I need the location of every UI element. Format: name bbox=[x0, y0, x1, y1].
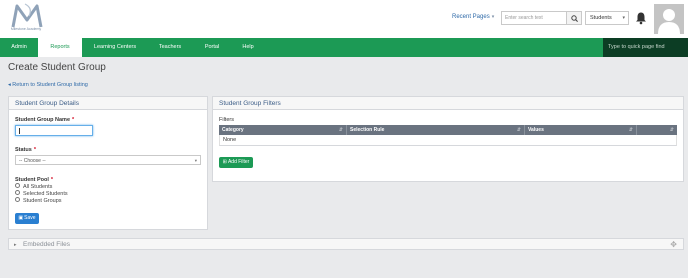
student-pool-label: Student Pool * bbox=[15, 177, 53, 183]
sort-icon: ⇵ bbox=[338, 127, 343, 133]
add-filter-button[interactable]: ⊞ Add Filter bbox=[219, 157, 253, 168]
search-icon bbox=[571, 15, 578, 22]
pool-option-all-students[interactable]: All Students bbox=[15, 183, 53, 191]
save-icon: ▣ bbox=[18, 215, 24, 221]
chevron-left-icon: ◂ bbox=[8, 82, 11, 88]
save-button-label: Save bbox=[24, 215, 36, 221]
required-marker: * bbox=[33, 147, 36, 153]
column-header-label: Selection Rule bbox=[350, 127, 385, 133]
pool-option-student-groups[interactable]: Student Groups bbox=[15, 197, 62, 205]
chevron-down-icon: ▾ bbox=[491, 14, 495, 20]
column-header-actions: ⇵ bbox=[637, 125, 677, 135]
name-label-text: Student Group Name bbox=[15, 117, 71, 123]
student-pool-label-text: Student Pool bbox=[15, 177, 49, 183]
nav-item-learning-centers[interactable]: Learning Centers bbox=[86, 38, 144, 57]
column-header-category[interactable]: Category ⇵ bbox=[219, 125, 347, 135]
status-select-value: -- Choose -- bbox=[19, 158, 46, 164]
user-avatar-icon bbox=[654, 4, 684, 34]
column-header-label: Values bbox=[528, 127, 544, 133]
move-icon[interactable]: ✥ bbox=[670, 240, 677, 249]
radio-button[interactable] bbox=[15, 197, 20, 203]
column-header-values[interactable]: Values ⇵ bbox=[525, 125, 637, 135]
status-label: Status * bbox=[15, 147, 36, 153]
sort-icon: ⇵ bbox=[516, 127, 521, 133]
main-nav: Admin Reports Learning Centers Teachers … bbox=[0, 38, 688, 57]
required-marker: * bbox=[50, 177, 54, 183]
chevron-down-icon: ▾ bbox=[194, 158, 197, 163]
nav-item-teachers[interactable]: Teachers bbox=[150, 38, 190, 57]
required-marker: * bbox=[72, 117, 75, 123]
pool-option-selected-students[interactable]: Selected Students bbox=[15, 190, 68, 198]
return-link[interactable]: ◂ Return to Student Group listing bbox=[8, 82, 88, 88]
filters-table: Category ⇵ Selection Rule ⇵ Values ⇵ ⇵ N… bbox=[219, 125, 677, 146]
logo-text: Milestone Academy bbox=[10, 27, 42, 31]
filters-label: Filters bbox=[219, 117, 234, 123]
pool-option-label: All Students bbox=[23, 184, 53, 190]
column-header-selection-rule[interactable]: Selection Rule ⇵ bbox=[347, 125, 525, 135]
sort-icon: ⇵ bbox=[628, 127, 633, 133]
pool-option-label: Selected Students bbox=[23, 191, 68, 197]
status-select[interactable]: -- Choose -- ▾ bbox=[15, 155, 201, 165]
logo-mark-icon bbox=[11, 3, 43, 28]
sort-icon: ⇵ bbox=[669, 127, 674, 133]
return-link-label: Return to Student Group listing bbox=[12, 82, 88, 88]
embedded-files-label: Embedded Files bbox=[23, 241, 70, 248]
chevron-down-icon: ▾ bbox=[622, 15, 625, 21]
name-label: Student Group Name * bbox=[15, 117, 74, 123]
search-button[interactable] bbox=[567, 11, 582, 25]
nav-item-reports[interactable]: Reports bbox=[38, 38, 82, 57]
recent-pages-menu[interactable]: Recent Pages ▾ bbox=[452, 14, 494, 20]
filters-table-header: Category ⇵ Selection Rule ⇵ Values ⇵ ⇵ bbox=[219, 125, 677, 135]
pool-option-label: Student Groups bbox=[23, 198, 62, 204]
search-scope-value: Students bbox=[590, 15, 612, 21]
radio-button[interactable] bbox=[15, 190, 20, 196]
table-row: None bbox=[219, 135, 677, 146]
recent-pages-label: Recent Pages bbox=[452, 14, 490, 20]
search-input[interactable]: Enter search text bbox=[501, 11, 567, 25]
panel-title: Student Group Details bbox=[9, 97, 207, 110]
plus-icon: ⊞ bbox=[222, 159, 227, 165]
page-title: Create Student Group bbox=[8, 62, 106, 73]
student-group-filters-panel: Student Group Filters Filters Category ⇵… bbox=[212, 96, 684, 182]
header: Milestone Academy Recent Pages ▾ Enter se… bbox=[0, 0, 688, 38]
status-label-text: Status bbox=[15, 147, 32, 153]
student-group-name-input[interactable] bbox=[15, 125, 93, 136]
embedded-files-section[interactable]: ▸ Embedded Files ✥ bbox=[8, 238, 684, 250]
notifications-button[interactable] bbox=[635, 11, 647, 25]
chevron-right-icon: ▸ bbox=[14, 242, 17, 248]
column-header-label: Category bbox=[222, 127, 244, 133]
search-scope-select[interactable]: Students ▾ bbox=[585, 11, 629, 25]
save-button[interactable]: ▣Save bbox=[15, 213, 39, 224]
radio-button[interactable] bbox=[15, 183, 20, 189]
nav-item-admin[interactable]: Admin bbox=[0, 38, 38, 57]
student-group-details-panel: Student Group Details Student Group Name… bbox=[8, 96, 208, 230]
quick-find-input[interactable]: Type to quick page find bbox=[603, 38, 688, 57]
bell-icon bbox=[636, 12, 646, 25]
add-filter-label: Add Filter bbox=[227, 159, 250, 165]
text-cursor bbox=[19, 128, 20, 134]
avatar[interactable] bbox=[654, 4, 684, 34]
nav-item-portal[interactable]: Portal bbox=[196, 38, 228, 57]
panel-title: Student Group Filters bbox=[213, 97, 683, 110]
nav-item-help[interactable]: Help bbox=[232, 38, 264, 57]
